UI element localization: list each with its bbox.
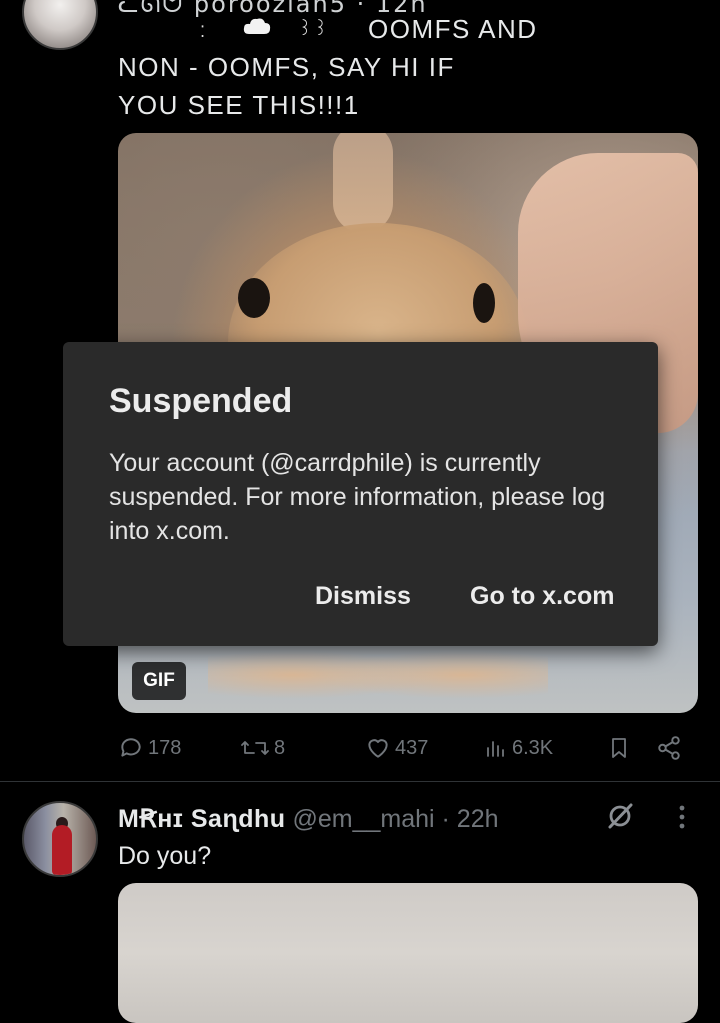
- share-button[interactable]: [656, 730, 682, 766]
- tweet-text: ⁚ ꒱꒱ OOMFS AND NON - OOMFS, SAY HI IF YO…: [118, 10, 598, 124]
- like-count: 437: [395, 736, 429, 759]
- like-button[interactable]: 437: [365, 730, 428, 766]
- decor-dots: ⁚: [200, 24, 207, 41]
- reply-button[interactable]: 178: [118, 730, 181, 766]
- author-handle-time[interactable]: @em__mahi · 22h: [286, 805, 498, 833]
- share-icon: [658, 736, 680, 760]
- reply-count: 178: [148, 736, 182, 759]
- heart-icon: [368, 739, 388, 758]
- retweet-icon: [241, 741, 269, 755]
- tweet-text-line: NON - OOMFS, SAY HI IF: [118, 52, 455, 82]
- tweet-text-line: OOMFS AND: [368, 14, 538, 44]
- avatar-figure: [52, 825, 72, 875]
- bookmark-button[interactable]: [607, 730, 631, 766]
- decorative-symbols: ⁚ ꒱꒱: [118, 10, 368, 48]
- bunny-ear: [333, 133, 393, 233]
- go-to-x-button[interactable]: Go to x.com: [470, 582, 614, 611]
- cloud-icon: [243, 18, 271, 34]
- views-button[interactable]: 6.3K: [484, 730, 553, 766]
- retweet-count: 8: [274, 736, 286, 759]
- retweet-button[interactable]: 8: [240, 730, 285, 766]
- tweet-text: Do you?: [118, 842, 212, 870]
- gif-badge: GIF: [132, 662, 186, 700]
- tweet-media-image[interactable]: [118, 883, 698, 1023]
- more-icon[interactable]: [672, 802, 692, 832]
- dialog-title: Suspended: [109, 382, 293, 420]
- author-display-name[interactable]: MꞦнɪ Saɳdhu: [118, 805, 286, 833]
- reply-icon: [121, 738, 141, 757]
- dialog-body: Your account (@carrdphile) is currently …: [109, 449, 606, 545]
- avatar[interactable]: [22, 0, 98, 50]
- bunny-eye: [473, 283, 495, 323]
- suspended-dialog: Suspended Your account (@carrdphile) is …: [63, 342, 658, 646]
- decor-marks: ꒱꒱: [298, 19, 330, 39]
- tweet-divider: [0, 781, 720, 782]
- tweet-author-header: MꞦнɪ Saɳdhu @em__mahi · 22h: [118, 800, 499, 838]
- views-count: 6.3K: [512, 736, 554, 759]
- bunny-eye: [238, 278, 270, 318]
- bookmark-icon: [612, 738, 626, 758]
- tweet-text-line: YOU SEE THIS!!!1: [118, 90, 360, 120]
- tweet-action-bar: 178 8 437 6.3K: [118, 730, 698, 766]
- grok-icon[interactable]: [604, 800, 636, 832]
- dismiss-button[interactable]: Dismiss: [315, 582, 411, 611]
- avatar[interactable]: [22, 801, 98, 877]
- views-icon: [487, 741, 504, 757]
